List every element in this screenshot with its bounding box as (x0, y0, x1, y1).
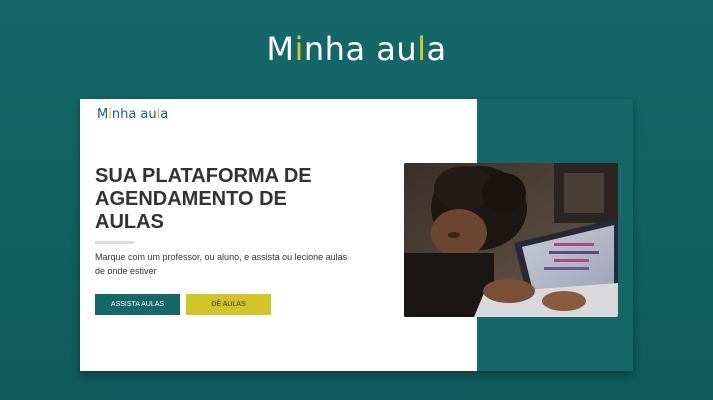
page-title: SUA PLATAFORMA DE AGENDAMENTO DE AULAS (95, 165, 312, 233)
logo-part: a (160, 107, 169, 122)
de-aulas-button[interactable]: DÊ AULAS (186, 294, 271, 315)
student-laptop-photo-icon (404, 163, 618, 317)
logo-part: M (266, 30, 295, 68)
logo-part: a (426, 30, 447, 68)
hero-description: Marque com um professor, ou aluno, e ass… (95, 252, 348, 276)
logo-accent: l (417, 30, 427, 68)
logo-part: M (97, 107, 109, 122)
logo-part: nha au (111, 107, 157, 122)
assista-aulas-button[interactable]: ASSISTA AULAS (95, 294, 180, 315)
logo-accent: i (294, 30, 304, 68)
card-logo[interactable]: Minha aula (97, 107, 168, 122)
hero-logo: Minha aula (0, 30, 713, 68)
logo-part: nha au (303, 30, 418, 68)
student-laptop-image (404, 163, 618, 317)
title-divider (95, 241, 134, 244)
landing-card: Minha aula SUA PLATAFORMA DE AGENDAMENTO… (80, 99, 633, 371)
